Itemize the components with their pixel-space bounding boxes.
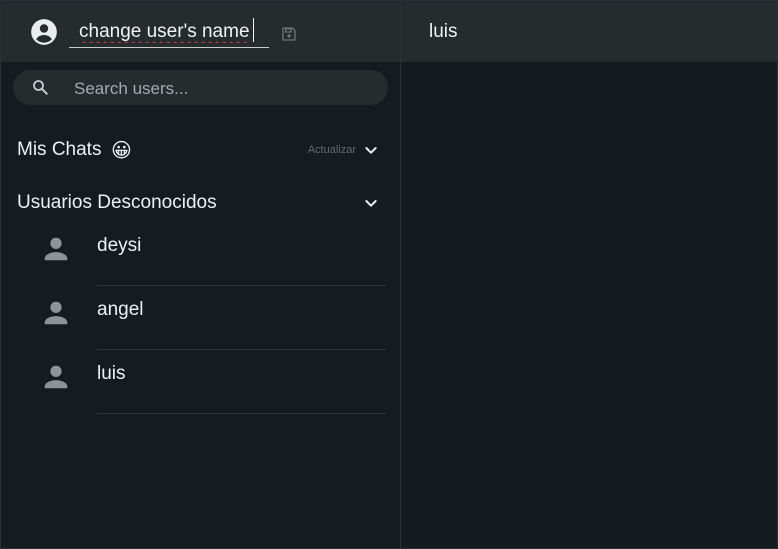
user-list-item[interactable]: luis [29, 350, 386, 414]
section-title-my-chats: Mis Chats [17, 139, 102, 160]
person-icon [44, 365, 68, 389]
user-name: angel [97, 299, 144, 320]
person-icon [44, 301, 68, 325]
sidebar-header [1, 1, 400, 62]
chat-title: luis [429, 20, 458, 42]
search-input[interactable] [72, 70, 376, 107]
username-field-wrap [69, 17, 269, 48]
save-icon[interactable] [281, 26, 297, 42]
sidebar: Mis Chats 😀 Actualizar Usuarios Desconoc… [1, 1, 401, 548]
chevron-down-icon[interactable] [363, 142, 379, 158]
person-icon [44, 237, 68, 261]
chevron-down-icon[interactable] [363, 195, 379, 211]
search-icon [33, 80, 48, 95]
username-input[interactable] [69, 17, 269, 47]
account-circle-icon[interactable] [30, 18, 58, 46]
search-bar [13, 70, 388, 107]
text-caret [253, 18, 254, 42]
refresh-link[interactable]: Actualizar [308, 144, 356, 156]
chat-header: luis [401, 1, 777, 62]
user-name: luis [97, 363, 126, 384]
user-name: deysi [97, 235, 142, 256]
section-title-unknown-users: Usuarios Desconocidos [17, 192, 217, 213]
chat-panel: luis [401, 1, 777, 548]
section-my-chats[interactable]: Mis Chats 😀 Actualizar [17, 135, 387, 165]
section-unknown-users[interactable]: Usuarios Desconocidos [17, 188, 387, 218]
app-window: Mis Chats 😀 Actualizar Usuarios Desconoc… [0, 0, 778, 549]
grinning-face-emoji: 😀 [111, 139, 132, 162]
user-list-item[interactable]: deysi [29, 222, 386, 286]
user-list-item[interactable]: angel [29, 286, 386, 350]
divider [97, 413, 386, 414]
